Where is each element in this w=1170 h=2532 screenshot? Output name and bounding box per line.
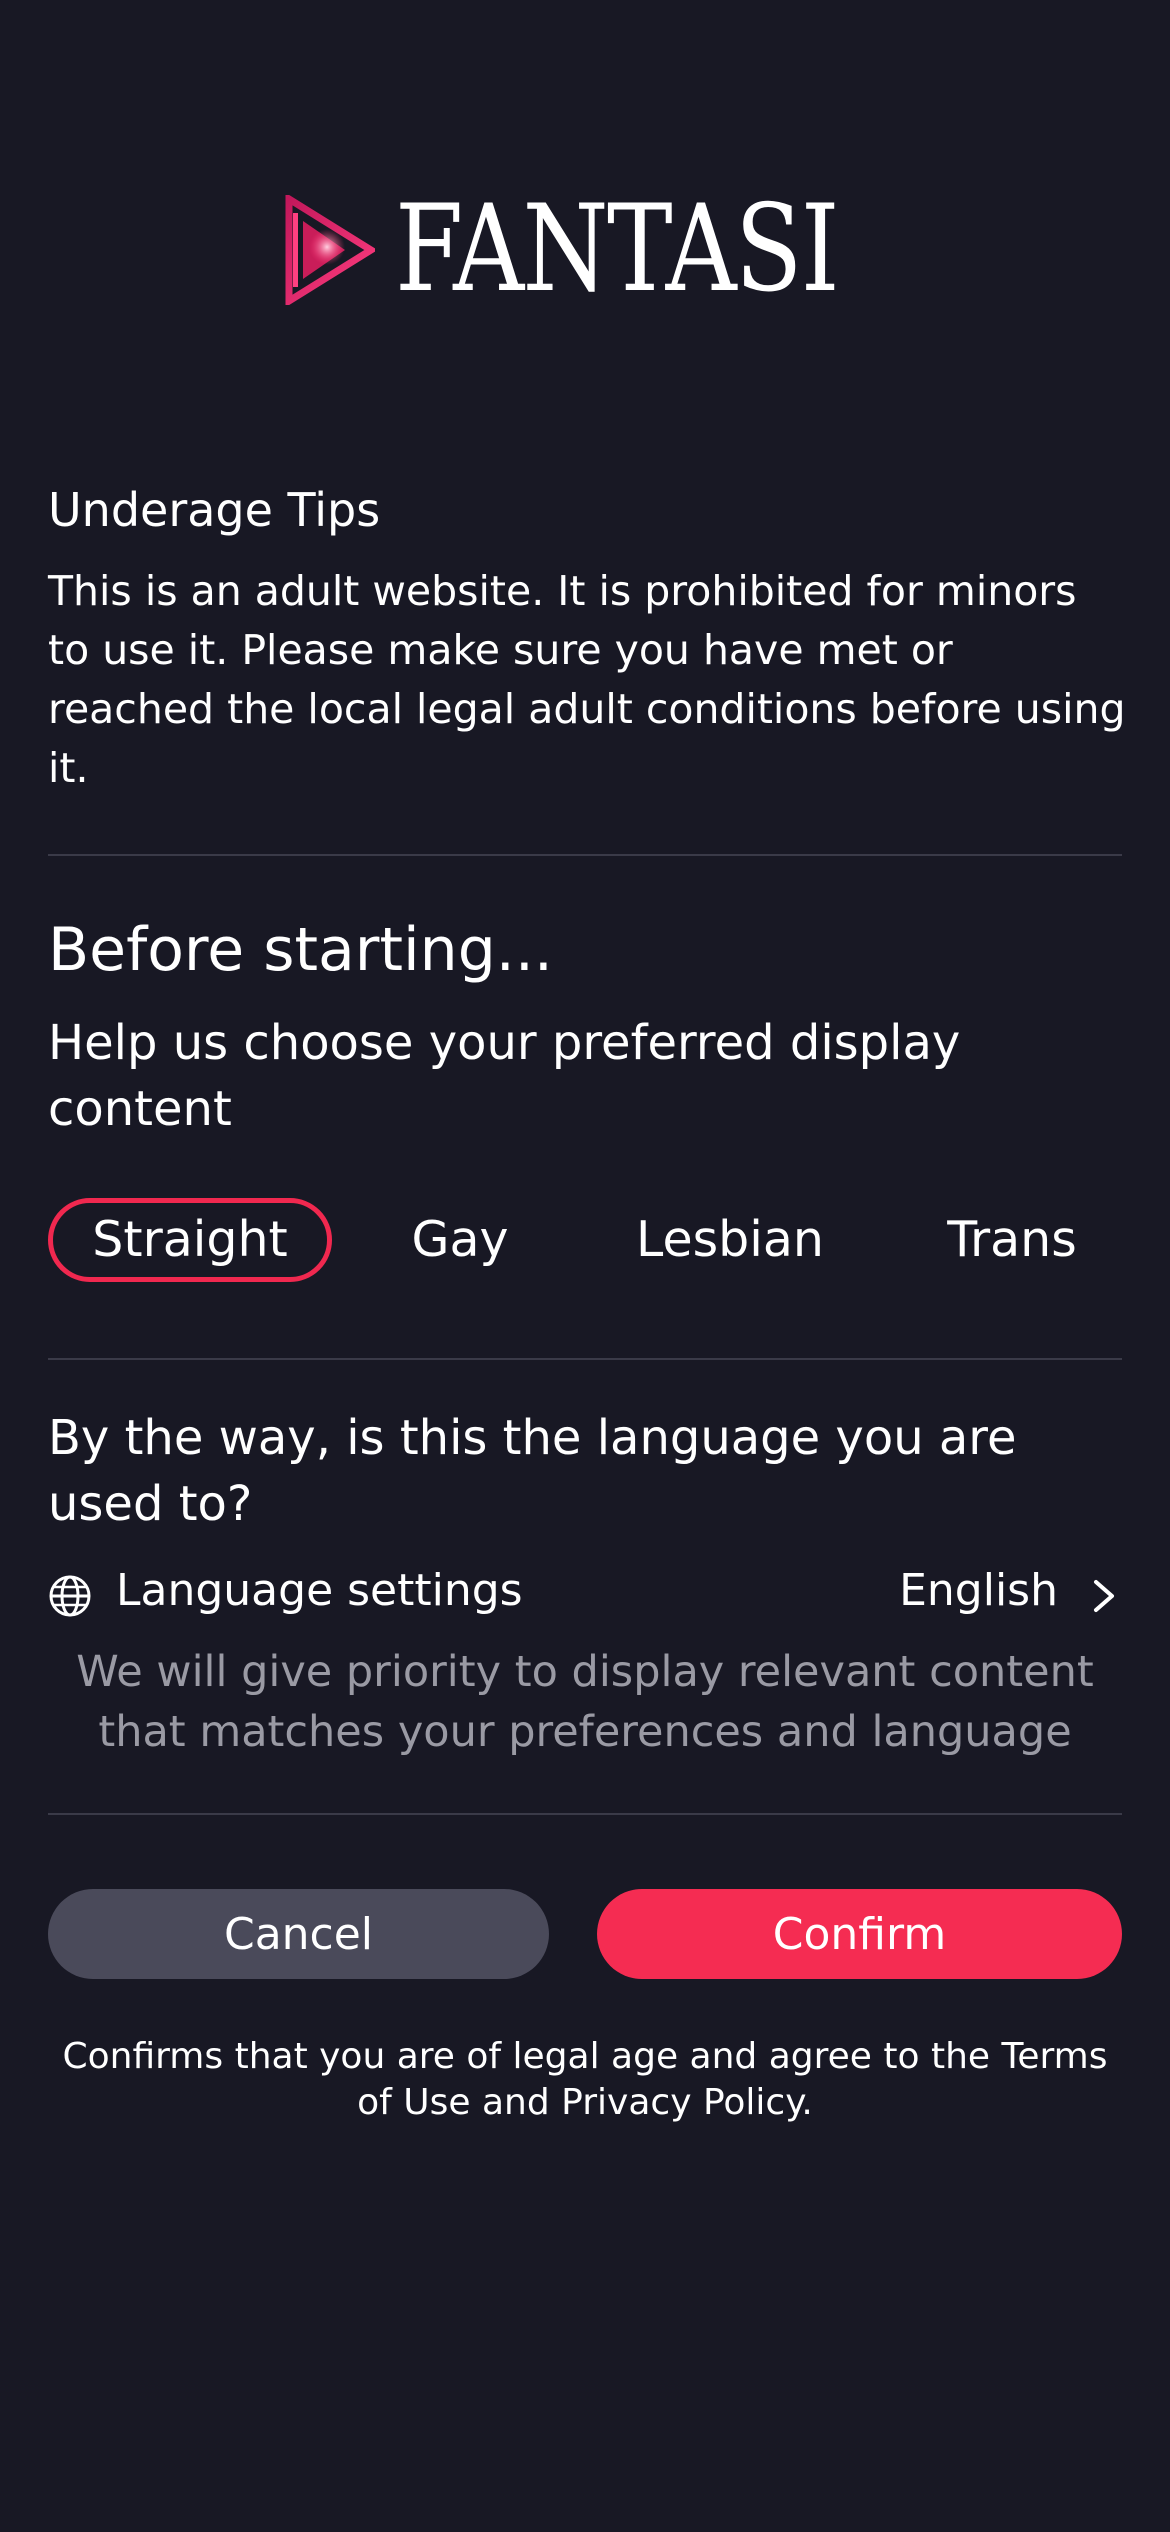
brand-name: FANTASI [394,180,840,319]
legal-notice: Confirms that you are of legal age and a… [62,2036,1108,2123]
language-settings-label: Language settings [116,1565,523,1616]
before-starting-title: Before starting... [48,915,553,985]
brand-logo: FANTASI [0,190,1170,310]
underage-tips-title: Underage Tips [48,483,381,537]
divider [48,854,1122,856]
divider [48,1358,1122,1360]
option-lesbian[interactable]: Lesbian [620,1198,840,1282]
option-straight[interactable]: Straight [48,1198,332,1282]
confirm-button[interactable]: Confirm [597,1889,1122,1979]
priority-note: We will give priority to display relevan… [76,1647,1094,1757]
globe-icon [49,1575,91,1617]
language-current-value: English [899,1565,1058,1616]
language-settings-row[interactable]: Language settings English [48,1556,1122,1626]
divider [48,1813,1122,1815]
chevron-right-icon [1094,1580,1114,1612]
preference-subtitle: Help us choose your preferred display co… [48,1015,961,1137]
option-trans[interactable]: Trans [920,1198,1104,1282]
play-logo-icon [285,195,375,305]
language-question: By the way, is this the language you are… [48,1410,1017,1532]
option-gay[interactable]: Gay [380,1198,540,1282]
underage-tips-body: This is an adult website. It is prohibit… [48,567,1126,792]
cancel-button[interactable]: Cancel [48,1889,549,1979]
